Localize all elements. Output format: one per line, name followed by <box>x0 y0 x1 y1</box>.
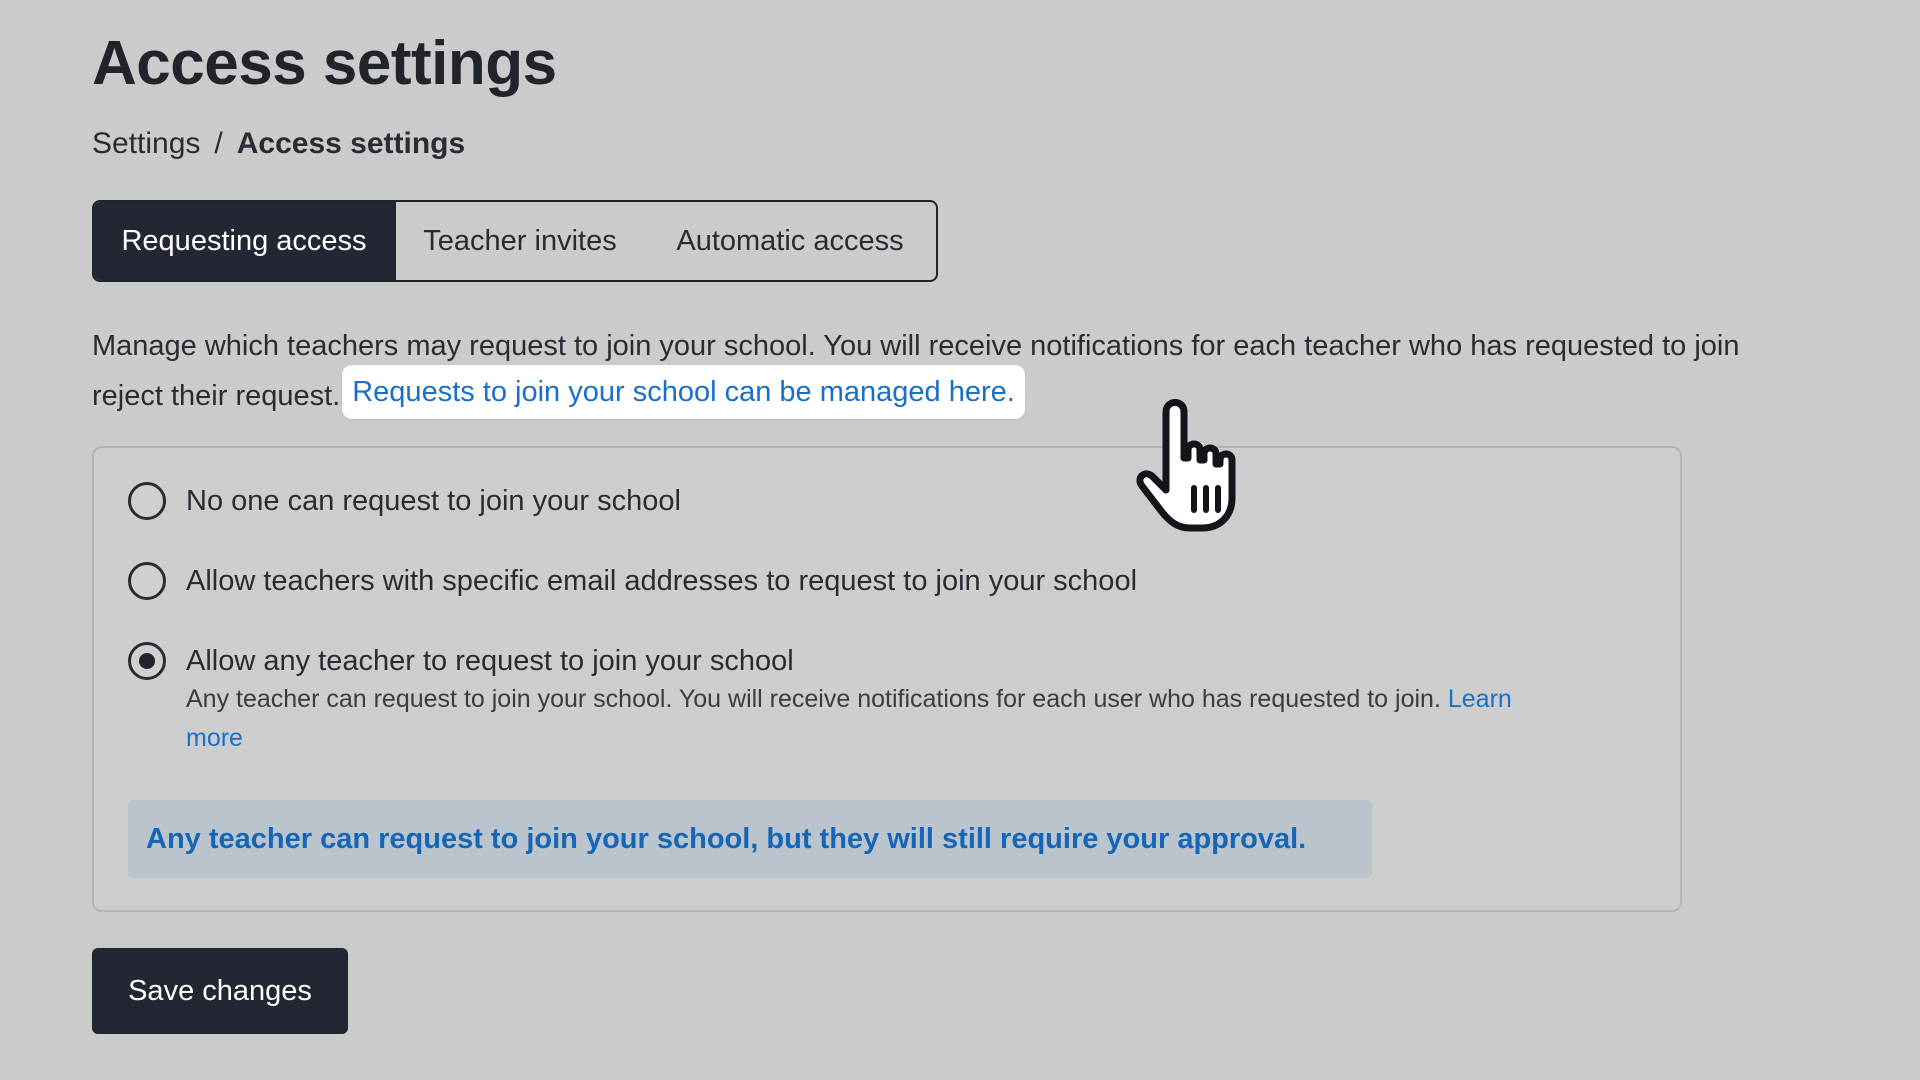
tab-requesting-access[interactable]: Requesting access <box>94 202 396 280</box>
option-any-teacher-text: Allow any teacher to request to join you… <box>186 642 1526 758</box>
breadcrumb: Settings / Access settings <box>92 124 465 164</box>
option-any-teacher-description: Any teacher can request to join your sch… <box>186 680 1526 758</box>
option-no-one-label: No one can request to join your school <box>186 485 681 517</box>
breadcrumb-settings-link[interactable]: Settings <box>92 127 200 160</box>
breadcrumb-separator: / <box>214 127 223 160</box>
option-any-teacher-label: Allow any teacher to request to join you… <box>186 645 794 677</box>
tab-teacher-invites[interactable]: Teacher invites <box>396 202 644 280</box>
access-options-card: No one can request to join your school A… <box>92 446 1682 912</box>
tab-automatic-access[interactable]: Automatic access <box>644 202 936 280</box>
description-line-2: reject their request. Requests to join yo… <box>92 365 1920 419</box>
option-specific-emails-text: Allow teachers with specific email addre… <box>186 562 1137 600</box>
radio-specific-emails[interactable] <box>128 562 166 600</box>
save-changes-button[interactable]: Save changes <box>92 948 348 1034</box>
option-specific-emails[interactable]: Allow teachers with specific email addre… <box>128 562 1137 600</box>
access-tabs: Requesting access Teacher invites Automa… <box>92 200 938 282</box>
radio-any-teacher[interactable] <box>128 642 166 680</box>
option-any-teacher-description-text: Any teacher can request to join your sch… <box>186 685 1441 713</box>
option-no-one[interactable]: No one can request to join your school <box>128 482 681 520</box>
description-line-2-prefix: reject their request. <box>92 380 341 412</box>
description-line-1: Manage which teachers may request to joi… <box>92 330 1740 362</box>
approval-notice: Any teacher can request to join your sch… <box>128 800 1372 878</box>
option-specific-emails-label: Allow teachers with specific email addre… <box>186 565 1138 597</box>
access-description: Manage which teachers may request to joi… <box>92 323 1920 419</box>
radio-no-one[interactable] <box>128 482 166 520</box>
access-settings-page: Access settings Settings / Access settings… <box>92 0 1920 1080</box>
breadcrumb-current: Access settings <box>236 127 466 160</box>
manage-requests-link[interactable]: Requests to join your school can be mana… <box>342 365 1025 419</box>
page-title: Access settings <box>92 29 557 98</box>
option-any-teacher[interactable]: Allow any teacher to request to join you… <box>128 642 1526 758</box>
option-no-one-text: No one can request to join your school <box>186 482 681 520</box>
